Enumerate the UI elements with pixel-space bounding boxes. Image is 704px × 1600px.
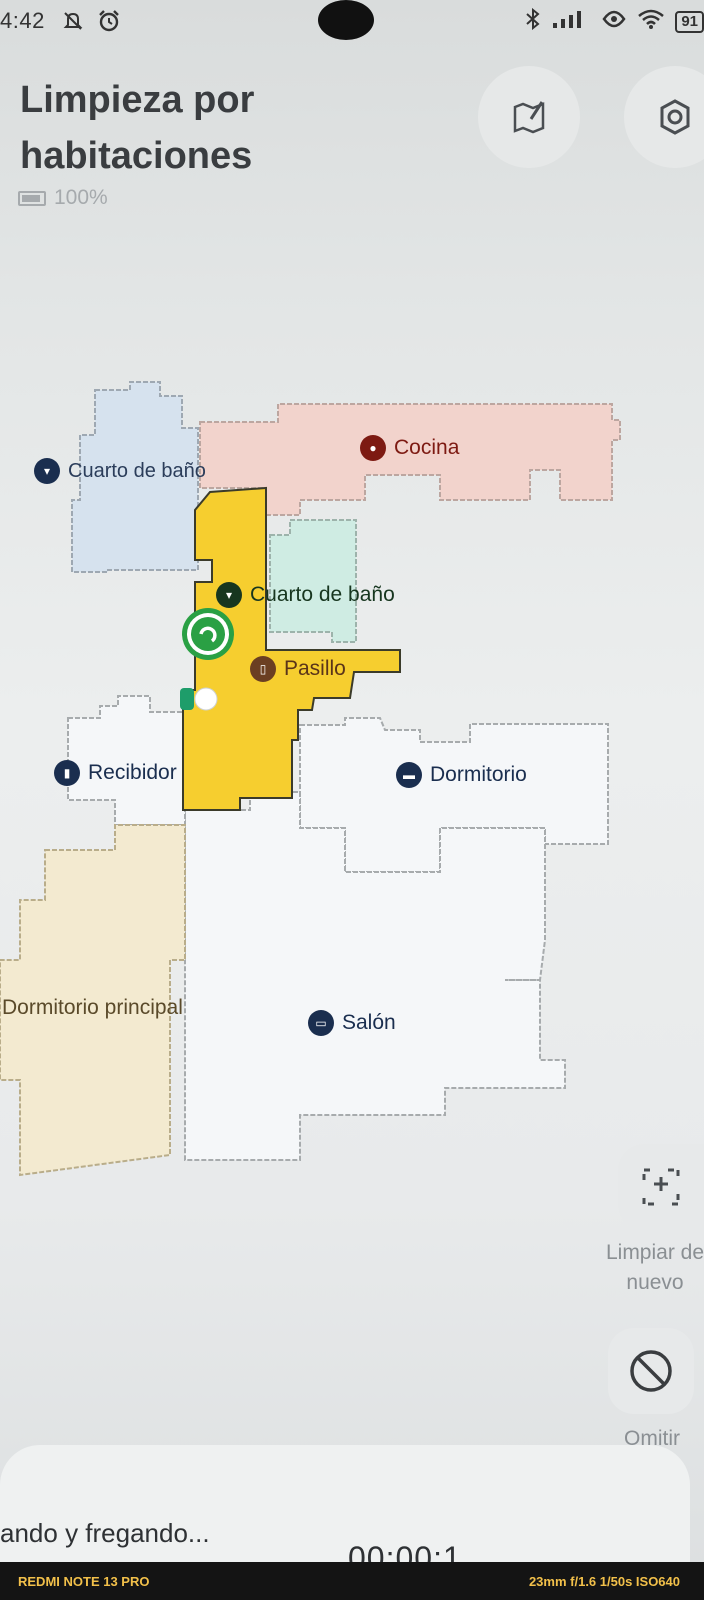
room-label-recibidor[interactable]: ▮ Recibidor xyxy=(54,760,177,786)
floor-map[interactable]: ● Cocina ▾ Cuarto de baño ▾ Cuarto de ba… xyxy=(0,360,704,1180)
bed-icon: ▬ xyxy=(396,762,422,788)
robot-vacuum xyxy=(182,608,234,660)
room-name: Dormitorio principal xyxy=(2,996,183,1019)
charging-dock xyxy=(180,687,218,711)
device-name: REDMI NOTE 13 PRO xyxy=(18,1574,150,1589)
battery-icon xyxy=(18,190,46,206)
room-label-cocina[interactable]: ● Cocina xyxy=(360,435,459,461)
room-name: Cocina xyxy=(394,436,460,459)
toilet-icon: ▾ xyxy=(34,458,60,484)
battery-indicator: 91 xyxy=(675,11,704,33)
battery-level: 100% xyxy=(54,186,108,209)
skip-button[interactable] xyxy=(608,1328,694,1414)
camera-watermark: REDMI NOTE 13 PRO 23mm f/1.6 1/50s ISO64… xyxy=(0,1562,704,1600)
room-label-pasillo[interactable]: ▯ Pasillo xyxy=(250,656,346,682)
room-label-dormitorio-principal[interactable]: Dormitorio principal xyxy=(2,996,183,1020)
room-label-bano-izq[interactable]: ▾ Cuarto de baño xyxy=(34,458,206,484)
signal-icon xyxy=(551,9,591,35)
edit-map-button[interactable] xyxy=(478,66,580,168)
bluetooth-icon xyxy=(525,7,541,36)
camera-settings: 23mm f/1.6 1/50s ISO640 xyxy=(528,1574,680,1589)
clock: 4:42 xyxy=(0,8,45,33)
status-icons: 91 xyxy=(525,7,704,36)
sync-icon xyxy=(601,8,627,36)
cleaning-status: ando y fregando... xyxy=(0,1518,210,1548)
alarm-icon xyxy=(96,8,122,34)
mute-icon xyxy=(60,8,86,34)
room-name: Salón xyxy=(342,1011,396,1034)
door-icon: ▯ xyxy=(250,656,276,682)
select-area-icon xyxy=(642,1168,680,1206)
block-icon xyxy=(630,1350,672,1392)
robot-battery: 100% xyxy=(18,186,108,210)
toilet-icon: ▾ xyxy=(216,582,242,608)
room-name: Pasillo xyxy=(284,657,346,680)
room-name: Dormitorio xyxy=(430,763,527,786)
wifi-icon xyxy=(637,8,665,36)
clean-again-label: Limpiar de nuevo xyxy=(605,1241,704,1294)
edit-map-icon xyxy=(513,101,545,134)
page-title: Limpieza por habitaciones xyxy=(20,79,255,177)
gear-icon xyxy=(660,99,690,135)
stove-icon: ● xyxy=(360,435,386,461)
settings-button[interactable] xyxy=(624,66,704,168)
room-label-salon[interactable]: ▭ Salón xyxy=(308,1010,396,1036)
status-bar: 4:42 91 xyxy=(0,0,704,44)
door-icon: ▮ xyxy=(54,760,80,786)
camera-notch xyxy=(318,0,374,40)
room-label-dormitorio[interactable]: ▬ Dormitorio xyxy=(396,762,527,788)
room-name: Recibidor xyxy=(88,761,177,784)
clean-again-button[interactable] xyxy=(618,1144,704,1230)
room-label-bano-centro[interactable]: ▾ Cuarto de baño xyxy=(216,582,395,608)
room-name: Cuarto de baño xyxy=(68,459,206,482)
room-name: Cuarto de baño xyxy=(250,583,395,606)
sofa-icon: ▭ xyxy=(308,1010,334,1036)
room-bano-centro[interactable] xyxy=(269,519,357,643)
